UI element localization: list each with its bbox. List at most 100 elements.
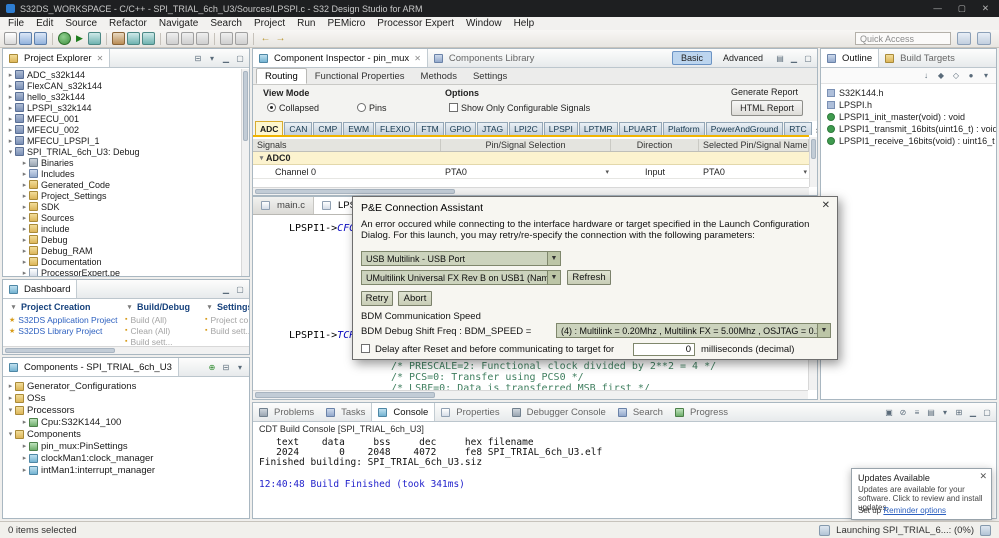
refresh-button[interactable]: Refresh [567,270,611,285]
selected-name-combo[interactable]: PTA0▾ [699,165,809,178]
menu-navigate[interactable]: Navigate [153,18,204,29]
tab-ewm[interactable]: EWM [343,122,374,135]
abort-button[interactable]: Abort [398,291,432,306]
menu-search[interactable]: Search [204,18,248,29]
expand-icon[interactable]: ▸ [6,104,15,112]
expand-icon[interactable]: ▸ [20,466,29,474]
expand-icon[interactable]: ▸ [6,71,15,79]
tab-project-explorer[interactable]: Project Explorer ✕ [3,49,110,67]
generate-code-icon[interactable] [127,32,140,45]
close-window-icon[interactable]: ✕ [982,3,989,14]
debug-icon[interactable] [58,32,71,45]
maximize-view-icon[interactable]: ▢ [802,52,814,64]
menu-help[interactable]: Help [508,18,541,29]
hide-fields-icon[interactable]: ◆ [935,70,947,82]
tree-item-project[interactable]: ▸MFECU_002 [3,124,241,135]
minimize-window-icon[interactable]: — [933,3,942,14]
back-icon[interactable]: ← [259,32,272,45]
tree-item-folder[interactable]: ▸Project_Settings [3,190,241,201]
tree-item-project[interactable]: ▸MFECU_LPSPI_1 [3,135,241,146]
expand-icon[interactable]: ▸ [20,269,29,277]
tab-build-targets[interactable]: Build Targets [879,49,961,67]
pin-selection-combo[interactable]: PTA0▾ [441,165,611,178]
tab-outline[interactable]: Outline [821,49,879,67]
expand-icon[interactable]: ▸ [20,247,29,255]
table-group-row-adc0[interactable]: ▾ ADC0 [253,152,809,165]
reminder-options-link[interactable]: Reminder options [883,506,946,515]
menu-source[interactable]: Source [59,18,103,29]
tab-routing[interactable]: Routing [256,68,307,84]
radio-pins[interactable]: Pins [357,103,387,113]
tab-powerandground[interactable]: PowerAndGround [706,122,784,135]
collapse-icon[interactable]: ▾ [6,430,15,438]
advanced-button[interactable]: Advanced [714,51,772,65]
tree-item-folder[interactable]: ▸SDK [3,201,241,212]
tab-tasks[interactable]: Tasks [320,403,371,421]
dashboard-link-disabled[interactable]: ▪Build (All) [125,314,201,325]
menu-run[interactable]: Run [291,18,321,29]
basic-button[interactable]: Basic [672,51,712,65]
expand-icon[interactable]: ▸ [6,115,15,123]
tab-cmp[interactable]: CMP [313,122,342,135]
tab-functional-properties[interactable]: Functional Properties [307,68,413,84]
clear-console-icon[interactable]: ▣ [883,406,895,418]
tree-item-binaries[interactable]: ▸Binaries [3,157,241,168]
open-console-icon[interactable]: ⊞ [953,406,965,418]
inspector-vertical-scrollbar[interactable] [809,137,817,187]
delay-checkbox[interactable] [361,344,373,355]
menu-file[interactable]: File [2,18,30,29]
tab-settings[interactable]: Settings [465,68,515,84]
tab-main-c[interactable]: main.c [253,197,314,214]
build-icon[interactable] [112,32,125,45]
menu-refactor[interactable]: Refactor [103,18,153,29]
save-icon[interactable] [19,32,32,45]
expand-icon[interactable]: ▸ [20,442,29,450]
tab-lpuart[interactable]: LPUART [619,122,662,135]
component-inspector-icon[interactable] [142,32,155,45]
radio-collapsed[interactable]: Collapsed [267,103,319,113]
hide-non-public-icon[interactable]: ● [965,70,977,82]
tree-item-components-folder[interactable]: ▾Components [3,428,249,440]
expand-icon[interactable]: ▸ [6,93,15,101]
tab-problems[interactable]: Problems [253,403,320,421]
tree-item-folder[interactable]: ▸Debug [3,234,241,245]
collapse-icon[interactable]: ▾ [205,303,214,311]
tree-item-folder[interactable]: ▸Debug_RAM [3,245,241,256]
close-tab-icon[interactable]: ✕ [414,54,421,63]
expand-icon[interactable]: ▸ [20,181,29,189]
tree-item-cpu[interactable]: ▸Cpu:S32K144_100 [3,416,249,428]
run-icon[interactable]: ▶ [73,32,86,45]
delay-input[interactable] [633,343,695,356]
collapse-icon[interactable]: ▾ [6,406,15,414]
redo-icon[interactable] [235,32,248,45]
expand-icon[interactable]: ▸ [20,418,29,426]
menu-processor-expert[interactable]: Processor Expert [371,18,460,29]
tab-dashboard[interactable]: Dashboard [3,280,77,298]
collapse-icon[interactable]: ▾ [125,303,134,311]
chevron-down-icon[interactable]: ▾ [605,168,609,176]
expand-icon[interactable]: ▸ [20,258,29,266]
maximize-view-icon[interactable]: ▢ [234,283,246,295]
view-menu-icon[interactable]: ▾ [234,361,246,373]
tree-item-clock-manager[interactable]: ▸clockMan1:clock_manager [3,452,249,464]
minimize-view-icon[interactable]: ▁ [220,283,232,295]
tab-lpspi[interactable]: LPSPI [544,122,578,135]
debug-perspective-icon[interactable] [977,32,991,45]
outline-item-include[interactable]: S32K144.h [821,87,996,99]
expand-icon[interactable]: ▸ [20,454,29,462]
add-component-icon[interactable]: ⊕ [206,361,218,373]
tree-item-project[interactable]: ▸FlexCAN_s32k144 [3,80,241,91]
tab-progress[interactable]: Progress [669,403,734,421]
undo-icon[interactable] [220,32,233,45]
retry-button[interactable]: Retry [361,291,393,306]
menu-project[interactable]: Project [248,18,291,29]
outline-item-function[interactable]: LPSPI1_transmit_16bits(uint16_t) : void [821,123,996,135]
dashboard-link-disabled[interactable]: ▪Clean (All) [125,325,201,336]
maximize-view-icon[interactable]: ▢ [981,406,993,418]
maximize-view-icon[interactable]: ▢ [234,52,246,64]
port-dropdown[interactable]: UMultilink Universal FX Rev B on USB1 (N… [361,270,561,285]
tree-item-includes[interactable]: ▸Includes [3,168,241,179]
view-menu-icon[interactable]: ▾ [206,52,218,64]
pin-console-icon[interactable]: ▤ [925,406,937,418]
updates-close-icon[interactable]: ✕ [979,471,987,482]
